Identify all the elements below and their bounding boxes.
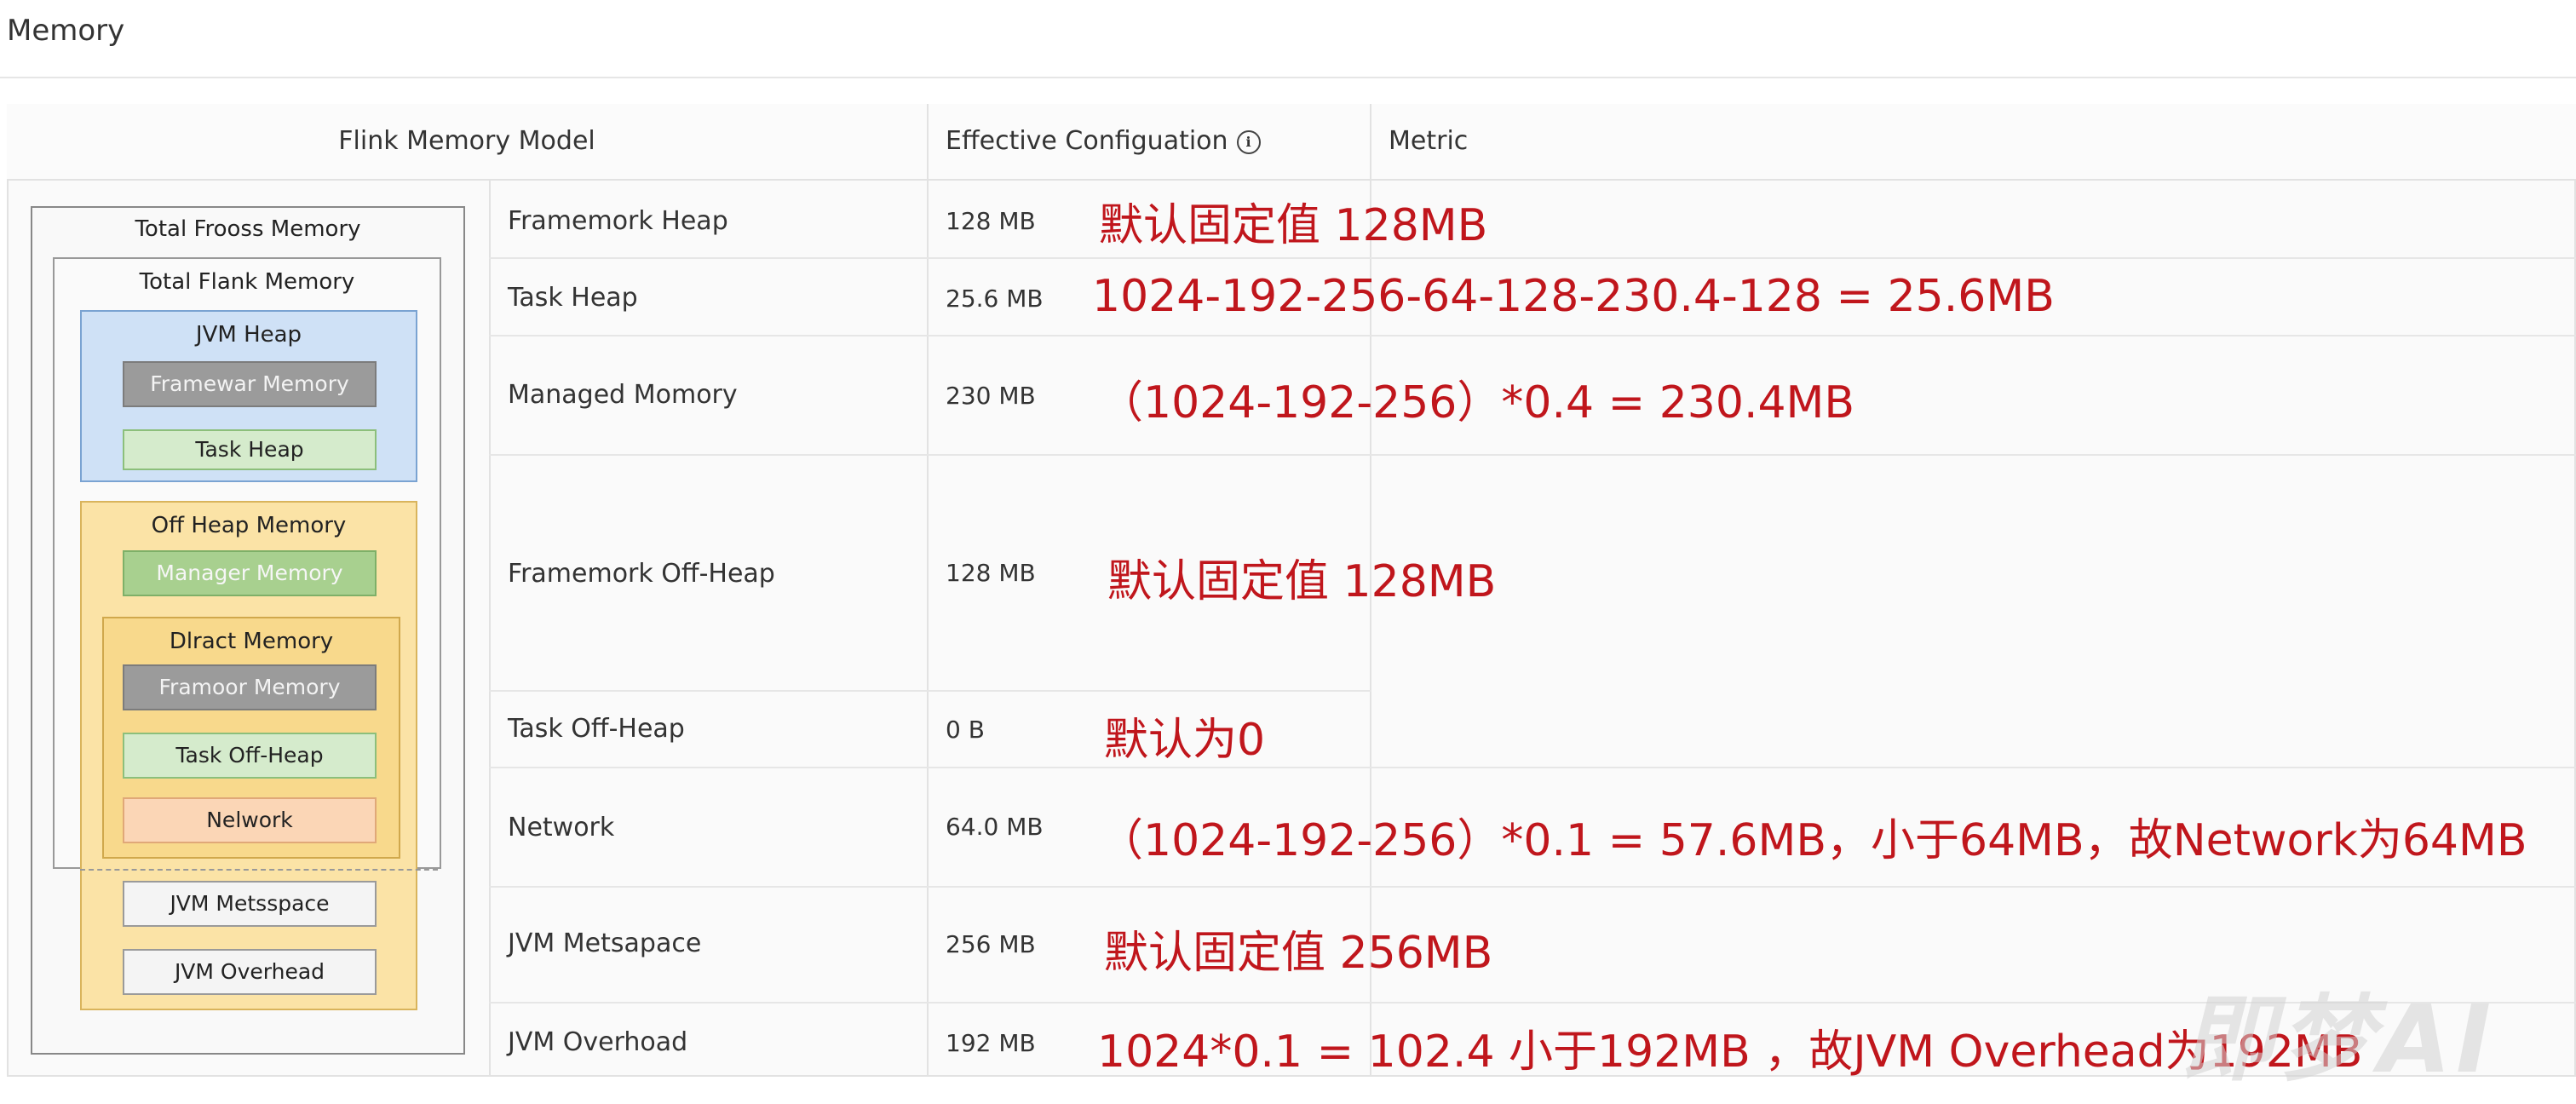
- row-value: 25.6 MB: [946, 285, 1044, 313]
- title-divider: [0, 77, 2576, 78]
- row-divider: [489, 257, 2576, 259]
- managed-memory-block: Manager Memory: [123, 550, 377, 596]
- total-process-memory-label: Total Frooss Memory: [135, 216, 361, 242]
- row-divider: [489, 454, 2576, 456]
- jvm-overhead-block: JVM Overhead: [123, 949, 377, 995]
- annotation: 1024*0.1 = 102.4 小于192MB ，故JVM Overhead为…: [1097, 1026, 2363, 1078]
- row-value: 192 MB: [946, 1029, 1036, 1057]
- row-value: 128 MB: [946, 207, 1036, 235]
- jvm-heap-label: JVM Heap: [195, 322, 302, 348]
- row-value: 0 B: [946, 716, 985, 744]
- row-value: 64.0 MB: [946, 813, 1044, 841]
- row-value: 230 MB: [946, 382, 1036, 410]
- row-name: JVM Overhoad: [508, 1027, 688, 1057]
- row-name: JVM Metsapace: [508, 929, 702, 958]
- total-flink-memory-label: Total Flank Memory: [139, 269, 355, 295]
- row-divider: [489, 335, 2576, 336]
- row-value: 128 MB: [946, 559, 1036, 587]
- flink-memory-boundary: [80, 869, 438, 871]
- info-icon[interactable]: i: [1236, 129, 1261, 154]
- row-name: Managed Momory: [508, 380, 738, 410]
- jvm-metaspace-block: JVM Metsspace: [123, 881, 377, 927]
- annotation: 默认为0: [1104, 715, 1266, 766]
- watermark-logo: 即梦AI: [2181, 985, 2497, 1094]
- annotation: 默认固定值 256MB: [1104, 928, 1493, 979]
- row-name: Task Off-Heap: [508, 714, 685, 744]
- annotation: 默认固定值 128MB: [1099, 200, 1488, 251]
- row-divider: [489, 690, 1371, 692]
- row-name: Network: [508, 813, 615, 842]
- column-divider: [489, 181, 491, 1077]
- annotation: 默认固定值 128MB: [1107, 556, 1497, 607]
- page-title: Memory: [7, 14, 125, 48]
- annotation: 1024-192-256-64-128-230.4-128 = 25.6MB: [1092, 271, 2055, 322]
- direct-memory-label: Dlract Memory: [169, 629, 334, 654]
- network-block: Nelwork: [123, 797, 377, 843]
- row-name: Task Heap: [508, 283, 638, 313]
- framework-heap-block: Framewar Memory: [123, 361, 377, 407]
- row-divider: [489, 886, 2576, 888]
- off-heap-memory-label: Off Heap Memory: [151, 513, 347, 538]
- header-config-label: Effective Configuation: [946, 126, 1228, 156]
- annotation: （1024-192-256）*0.1 = 57.6MB，小于64MB，故Netw…: [1099, 815, 2527, 866]
- header-flink-memory-model: Flink Memory Model: [338, 126, 595, 156]
- column-divider: [927, 104, 929, 1077]
- header-effective-configuration: Effective Configuation i: [946, 126, 1261, 156]
- framework-off-heap-block: Framoor Memory: [123, 664, 377, 710]
- task-heap-block: Task Heap: [123, 429, 377, 470]
- row-name: Framemork Off-Heap: [508, 559, 775, 589]
- row-divider: [489, 767, 2576, 768]
- annotation: （1024-192-256）*0.4 = 230.4MB: [1099, 377, 1855, 428]
- task-off-heap-block: Task Off-Heap: [123, 733, 377, 779]
- header-metric: Metric: [1389, 126, 1469, 156]
- row-name: Framemork Heap: [508, 206, 728, 236]
- row-value: 256 MB: [946, 930, 1036, 958]
